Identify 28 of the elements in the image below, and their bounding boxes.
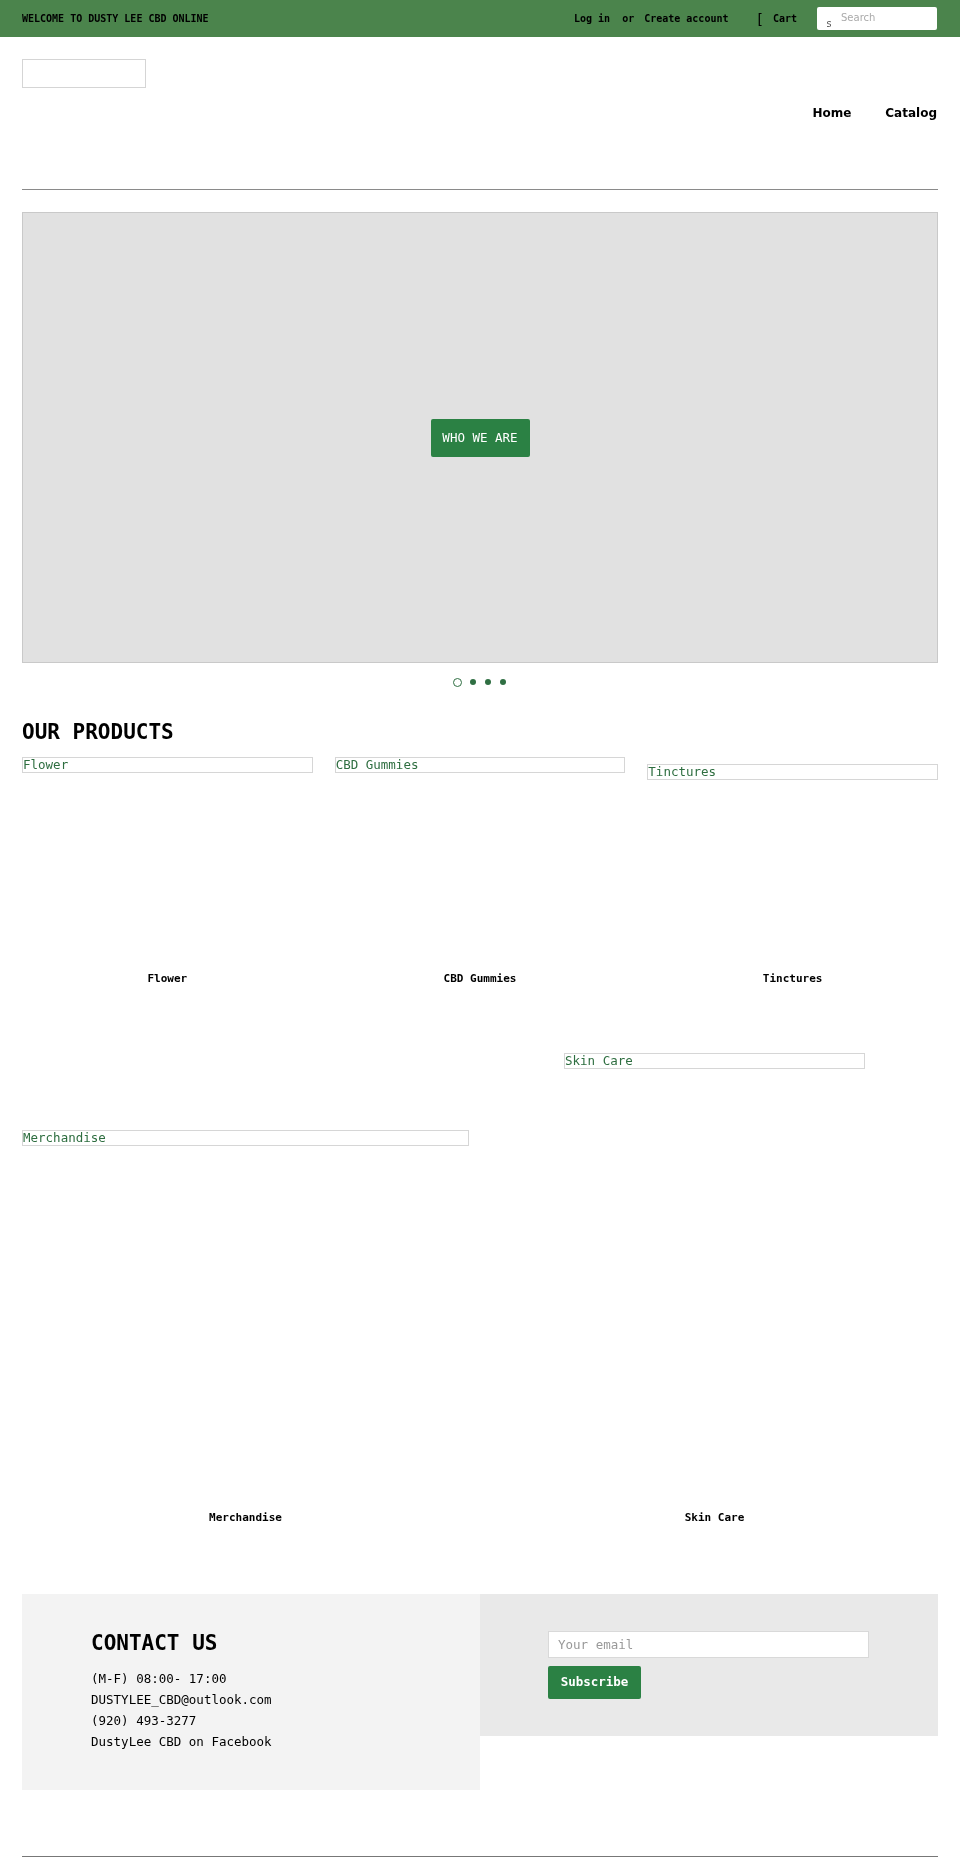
contact-heading: CONTACT US xyxy=(91,1631,218,1656)
section-heading: OUR PRODUCTS xyxy=(22,720,174,745)
email-address[interactable]: DUSTYLEE_CBD@outlook.com xyxy=(91,1689,272,1710)
bracket-icon[interactable]: [ xyxy=(755,10,764,27)
cart-link[interactable]: Cart xyxy=(772,11,797,26)
facebook-link[interactable]: DustyLee CBD on Facebook xyxy=(91,1731,272,1752)
broken-image-link[interactable]: Flower xyxy=(22,757,313,773)
collection-title[interactable]: Tinctures xyxy=(762,971,823,987)
separator-text: or xyxy=(622,11,635,26)
nav-link[interactable]: Catalog xyxy=(885,104,937,122)
broken-image-link[interactable]: Skin Care xyxy=(564,1053,865,1069)
phone-number: (920) 493-3277 xyxy=(91,1712,197,1730)
broken-image-link[interactable]: Tinctures xyxy=(647,764,938,780)
collection-title[interactable]: Merchandise xyxy=(209,1510,282,1526)
welcome-message: WELCOME TO DUSTY LEE CBD ONLINE xyxy=(22,11,209,26)
create-account-link[interactable]: Create account xyxy=(644,11,729,26)
search-icon: s xyxy=(826,18,833,29)
collection-title[interactable]: Flower xyxy=(147,971,188,987)
collection-title[interactable]: Skin Care xyxy=(684,1510,745,1526)
collection-title[interactable]: CBD Gummies xyxy=(443,971,517,987)
who-we-are-button[interactable]: WHO WE ARE xyxy=(430,418,530,457)
subscribe-button[interactable]: Subscribe xyxy=(548,1666,641,1699)
broken-image-link[interactable]: CBD Gummies xyxy=(334,757,626,773)
broken-image-link[interactable]: Merchandise xyxy=(22,1130,469,1146)
nav-link[interactable]: Home xyxy=(812,104,852,122)
login-link[interactable]: Log in xyxy=(574,11,611,26)
email-field[interactable]: Your email xyxy=(548,1631,869,1658)
business-hours: (M-F) 08:00- 17:00 xyxy=(91,1670,227,1688)
